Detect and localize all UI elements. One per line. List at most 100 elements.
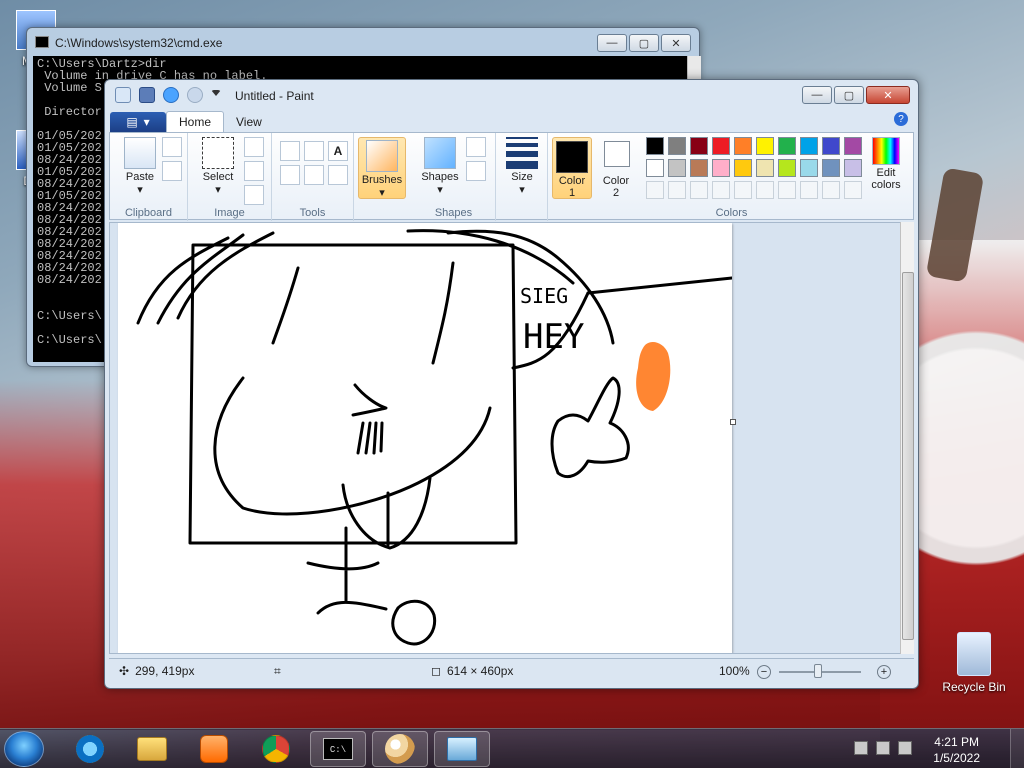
- palette-custom-swatch[interactable]: [756, 181, 774, 199]
- palette-swatch[interactable]: [712, 159, 730, 177]
- palette-swatch[interactable]: [800, 159, 818, 177]
- palette-custom-swatch[interactable]: [646, 181, 664, 199]
- redo-icon[interactable]: [187, 87, 203, 103]
- palette-swatch[interactable]: [712, 137, 730, 155]
- palette-custom-swatch[interactable]: [734, 181, 752, 199]
- palette-swatch[interactable]: [690, 159, 708, 177]
- pencil-icon[interactable]: [280, 141, 300, 161]
- ribbon: Paste ▾ Clipboard Select ▾ Image A Tools…: [109, 132, 914, 221]
- rotate-icon[interactable]: [244, 185, 264, 205]
- palette-custom-swatch[interactable]: [778, 181, 796, 199]
- palette-swatch[interactable]: [668, 159, 686, 177]
- select-button[interactable]: Select ▾: [196, 137, 240, 196]
- palette-custom-swatch[interactable]: [712, 181, 730, 199]
- palette-swatch[interactable]: [690, 137, 708, 155]
- palette-swatch[interactable]: [778, 159, 796, 177]
- paint-minimize-button[interactable]: —: [802, 86, 832, 104]
- network-icon[interactable]: [876, 741, 890, 755]
- palette-swatch[interactable]: [734, 137, 752, 155]
- palette-swatch[interactable]: [756, 159, 774, 177]
- color-picker-icon[interactable]: [304, 165, 324, 185]
- palette-swatch[interactable]: [778, 137, 796, 155]
- show-desktop-button[interactable]: [1010, 729, 1024, 768]
- ribbon-group-clipboard: Paste ▾ Clipboard: [110, 133, 188, 221]
- eraser-icon[interactable]: [280, 165, 300, 185]
- drawing-text-sieg: SIEG: [520, 284, 568, 308]
- taskbar-paint[interactable]: [372, 731, 428, 767]
- customize-qat-icon[interactable]: [211, 90, 221, 100]
- cut-icon[interactable]: [162, 137, 182, 157]
- outline-icon[interactable]: [466, 137, 486, 157]
- palette-swatch[interactable]: [734, 159, 752, 177]
- save-icon[interactable]: [139, 87, 155, 103]
- palette-swatch[interactable]: [646, 159, 664, 177]
- zoom-in-button[interactable]: +: [877, 665, 891, 679]
- canvas-resize-handle[interactable]: [730, 419, 736, 425]
- magnifier-icon[interactable]: [328, 165, 348, 185]
- cmd-minimize-button[interactable]: —: [597, 34, 627, 52]
- paint-canvas[interactable]: SIEG HEY: [118, 223, 734, 653]
- zoom-out-button[interactable]: −: [757, 665, 771, 679]
- vertical-scroll-thumb[interactable]: [902, 272, 914, 640]
- cmd-close-button[interactable]: ✕: [661, 34, 691, 52]
- status-canvas-size: ◻ 614 × 460px: [431, 664, 514, 678]
- folder-icon: [137, 737, 167, 761]
- palette-custom-swatch[interactable]: [800, 181, 818, 199]
- chevron-down-icon: ▾: [143, 115, 150, 129]
- fill-shape-icon[interactable]: [466, 161, 486, 181]
- paint-window[interactable]: Untitled - Paint — ▢ ✕ ▤ ▾ Home View ? P…: [104, 79, 919, 689]
- taskbar-file-explorer[interactable]: [124, 731, 180, 767]
- shapes-icon: [424, 137, 456, 169]
- paste-button[interactable]: Paste ▾: [120, 137, 160, 196]
- file-menu-button[interactable]: ▤ ▾: [110, 112, 166, 132]
- paint-titlebar[interactable]: Untitled - Paint — ▢ ✕: [105, 80, 918, 110]
- taskbar-chrome[interactable]: [248, 731, 304, 767]
- size-button[interactable]: Size ▾: [502, 137, 542, 196]
- zoom-slider-thumb[interactable]: [814, 664, 822, 678]
- download-icon: [447, 737, 477, 761]
- shapes-button[interactable]: Shapes ▾: [418, 137, 462, 196]
- color2-swatch[interactable]: [604, 141, 630, 167]
- taskbar-media-player[interactable]: [186, 731, 242, 767]
- resize-icon[interactable]: [244, 161, 264, 181]
- desktop-icon-recycle-bin[interactable]: Recycle Bin: [938, 632, 1010, 694]
- palette-swatch[interactable]: [822, 159, 840, 177]
- tab-home[interactable]: Home: [166, 111, 225, 132]
- tab-view[interactable]: View: [224, 112, 274, 132]
- palette-custom-swatch[interactable]: [668, 181, 686, 199]
- text-icon[interactable]: A: [328, 141, 348, 161]
- recycle-bin-icon: [957, 632, 991, 676]
- start-button[interactable]: [4, 731, 44, 767]
- canvas-vertical-scrollbar[interactable]: [900, 222, 914, 654]
- taskbar-download[interactable]: [434, 731, 490, 767]
- paint-close-button[interactable]: ✕: [866, 86, 910, 104]
- move-icon: ✣: [119, 664, 130, 678]
- crop-icon[interactable]: [244, 137, 264, 157]
- palette-swatch[interactable]: [646, 137, 664, 155]
- fill-icon[interactable]: [304, 141, 324, 161]
- cmd-maximize-button[interactable]: ▢: [629, 34, 659, 52]
- taskbar-cmd[interactable]: C:\: [310, 731, 366, 767]
- taskbar-internet-explorer[interactable]: [62, 731, 118, 767]
- undo-icon[interactable]: [163, 87, 179, 103]
- chevron-down-icon: ▾: [379, 187, 385, 199]
- drawing-text-hey: HEY: [523, 317, 584, 357]
- palette-swatch[interactable]: [756, 137, 774, 155]
- palette-swatch[interactable]: [668, 137, 686, 155]
- cmd-window-icon: [35, 36, 49, 48]
- cmd-window-controls: — ▢ ✕: [597, 34, 691, 52]
- palette-swatch[interactable]: [822, 137, 840, 155]
- paint-maximize-button[interactable]: ▢: [834, 86, 864, 104]
- brushes-button[interactable]: Brushes ▾: [358, 137, 406, 199]
- flag-icon[interactable]: [854, 741, 868, 755]
- palette-swatch[interactable]: [800, 137, 818, 155]
- palette-custom-swatch[interactable]: [690, 181, 708, 199]
- edit-colors-button[interactable]: Edit colors: [860, 137, 912, 191]
- palette-custom-swatch[interactable]: [822, 181, 840, 199]
- copy-icon[interactable]: [162, 161, 182, 181]
- clock[interactable]: 4:21 PM 1/5/2022: [933, 734, 980, 766]
- help-icon[interactable]: ?: [894, 112, 908, 126]
- volume-icon[interactable]: [898, 741, 912, 755]
- canvas-area[interactable]: SIEG HEY: [109, 222, 901, 654]
- line-size-icon: [506, 137, 538, 169]
